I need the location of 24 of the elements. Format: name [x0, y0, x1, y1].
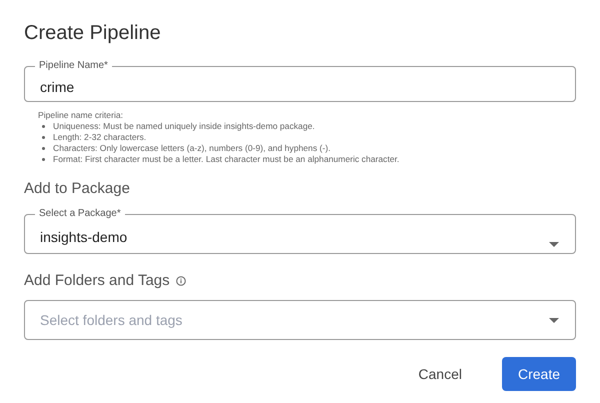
- criteria-item: Uniqueness: Must be named uniquely inside insights-demo package.: [53, 121, 315, 132]
- field-value: crime: [40, 78, 74, 94]
- info-icon: [176, 276, 186, 286]
- caret-icon: [549, 242, 559, 247]
- criteria-heading: Pipeline name criteria:: [38, 110, 124, 121]
- section-heading: Add to Package: [24, 179, 131, 199]
- cancel-button[interactable]: Cancel: [402, 357, 478, 391]
- package-select[interactable]: Select a Package* insights-demo: [24, 208, 576, 254]
- pipeline-name-field[interactable]: Pipeline Name* crime: [24, 60, 576, 102]
- bullet-icon: [42, 158, 45, 161]
- bullet-icon: [42, 147, 45, 150]
- bullet-icon: [42, 136, 45, 139]
- field-placeholder: Select folders and tags: [40, 312, 182, 328]
- bullet-icon: [42, 125, 45, 128]
- dialog-title: Create Pipeline: [24, 21, 162, 46]
- caret-icon: [549, 318, 559, 323]
- create-button[interactable]: Create: [502, 357, 576, 391]
- criteria-item: Characters: Only lowercase letters (a-z), numbers (0-9), and hyphens (-).: [53, 143, 330, 154]
- field-value: insights-demo: [40, 228, 128, 244]
- field-label: Pipeline Name*: [38, 60, 109, 72]
- criteria-item: Length: 2-32 characters.: [53, 132, 146, 143]
- criteria-item: Format: First character must be a letter. Last character must be an alphanumeric character.: [53, 154, 400, 165]
- section-heading: Add Folders and Tags: [24, 271, 170, 291]
- field-label: Select a Package*: [38, 208, 122, 220]
